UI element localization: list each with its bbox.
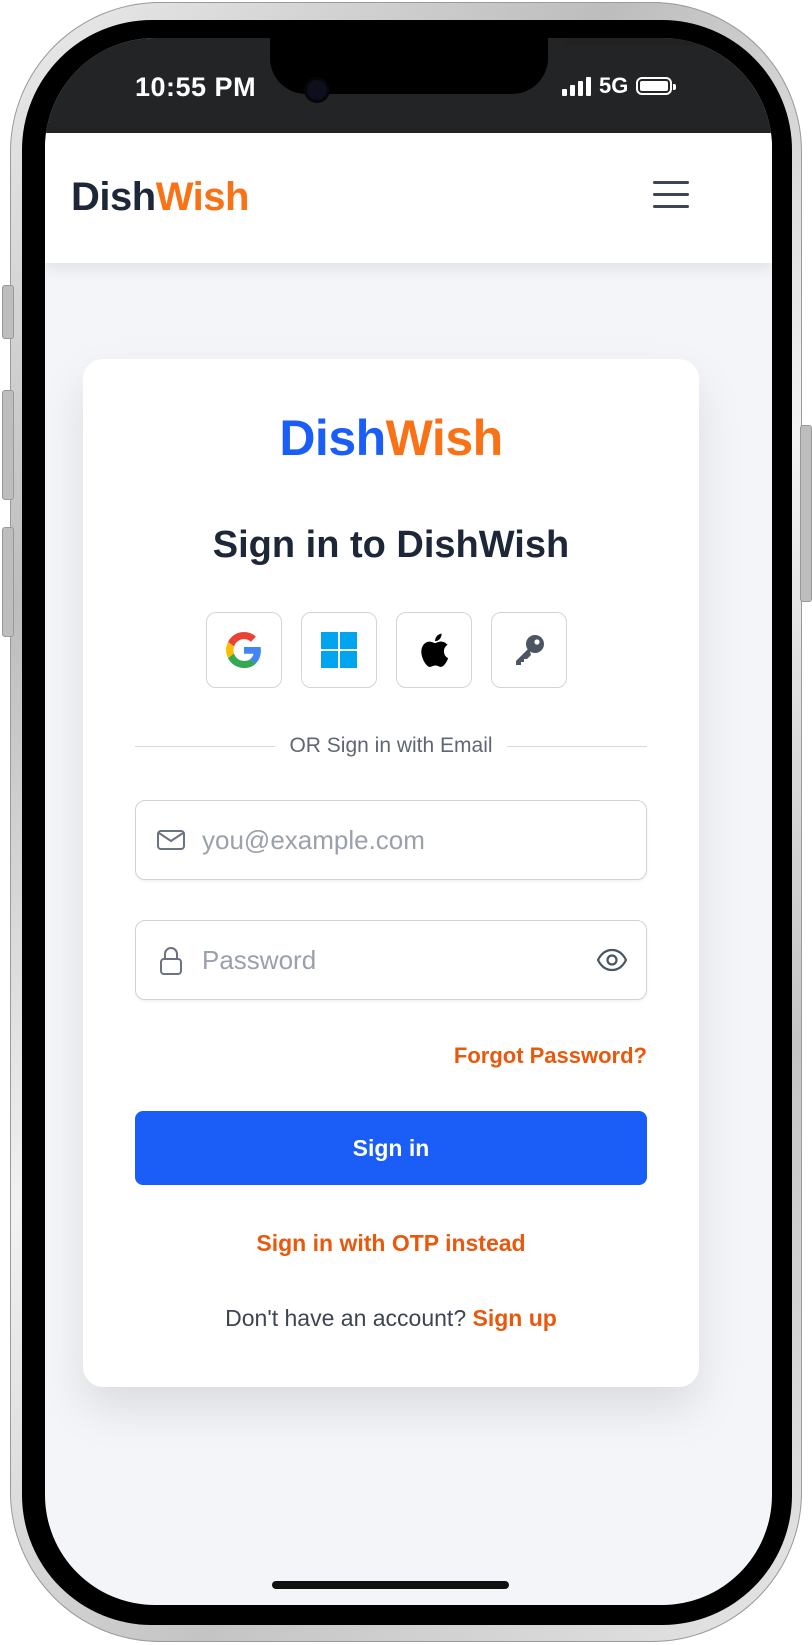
lock-icon	[160, 947, 182, 975]
divider-line-right	[506, 745, 648, 747]
apple-signin-button[interactable]	[396, 612, 472, 688]
key-icon	[516, 635, 544, 665]
signup-prompt-text: Don't have an account?	[225, 1305, 467, 1331]
email-input[interactable]	[200, 801, 584, 879]
nav-brand-part2: Wish	[155, 175, 250, 219]
status-bar: 10:55 PM 5G	[45, 38, 772, 133]
page-title: Sign in to DishWish	[212, 524, 570, 566]
google-signin-button[interactable]	[206, 612, 282, 688]
card-logo-part1: Dish	[279, 410, 386, 466]
battery-fill	[640, 81, 669, 91]
mute-switch	[2, 285, 14, 339]
eye-icon[interactable]	[596, 945, 628, 975]
front-camera	[307, 80, 327, 100]
divider-text: OR Sign in with Email	[289, 734, 493, 757]
hamburger-menu-icon[interactable]	[651, 181, 691, 213]
apple-icon	[421, 633, 449, 667]
mail-icon	[157, 830, 185, 850]
speaker-grille	[565, 38, 703, 46]
passkey-signin-button[interactable]	[491, 612, 567, 688]
email-field[interactable]	[135, 800, 647, 880]
password-input[interactable]	[200, 921, 584, 999]
top-navbar: DishWish	[45, 133, 772, 263]
otp-signin-link[interactable]: Sign in with OTP instead	[83, 1230, 699, 1257]
social-login-row	[206, 612, 567, 688]
volume-up-button	[2, 390, 14, 500]
card-brand-logo: DishWish	[83, 409, 699, 467]
microsoft-icon	[321, 632, 357, 668]
network-type: 5G	[599, 73, 629, 98]
google-icon	[226, 632, 261, 668]
signup-link[interactable]: Sign up	[473, 1305, 557, 1331]
signin-card: DishWish Sign in to DishWish OR Sign in …	[83, 359, 699, 1387]
or-divider: OR Sign in with Email	[135, 731, 648, 761]
forgot-password-link[interactable]: Forgot Password?	[454, 1043, 647, 1069]
volume-down-button	[2, 527, 14, 637]
signin-button[interactable]: Sign in	[135, 1111, 647, 1185]
microsoft-signin-button[interactable]	[301, 612, 377, 688]
status-time: 10:55 PM	[135, 72, 257, 102]
power-button	[800, 425, 812, 602]
card-logo-part2: Wish	[385, 410, 504, 466]
signal-icon	[562, 76, 591, 96]
battery-icon	[636, 77, 677, 95]
divider-line-left	[135, 745, 276, 747]
password-field[interactable]	[135, 920, 647, 1000]
nav-brand-logo[interactable]: DishWish	[71, 175, 249, 220]
signup-prompt-row: Don't have an account? Sign up	[83, 1305, 699, 1332]
home-indicator[interactable]	[272, 1581, 509, 1589]
phone-screen: 10:55 PM 5G DishWish DishWish Sign in to…	[45, 38, 772, 1605]
status-indicators: 5G	[562, 71, 677, 101]
nav-brand-part1: Dish	[71, 175, 156, 219]
